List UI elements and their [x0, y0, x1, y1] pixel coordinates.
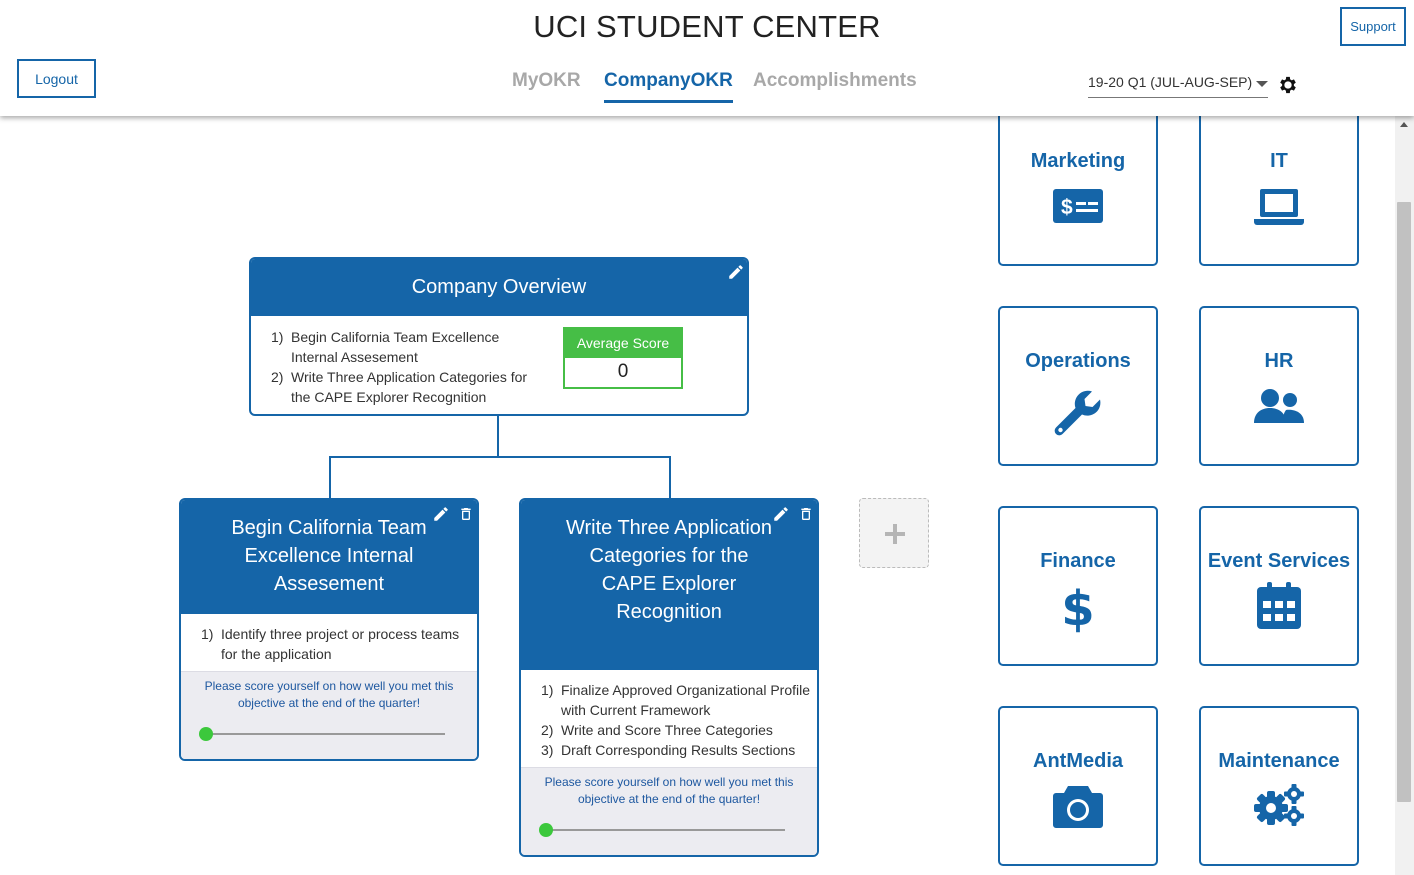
- score-prompt: Please score yourself on how well you me…: [544, 775, 794, 806]
- dept-tile-antmedia[interactable]: AntMedia: [998, 706, 1158, 866]
- objective-card: Begin California Team Excellence Interna…: [179, 498, 479, 761]
- plus-icon: [885, 524, 905, 544]
- dept-name: AntMedia: [1033, 750, 1123, 772]
- list-item: 2) Write and Score Three Categories: [541, 722, 773, 738]
- tab-myokr[interactable]: MyOKR: [512, 70, 581, 100]
- money-card-icon: $: [1053, 189, 1103, 223]
- dept-name: HR: [1264, 350, 1294, 372]
- tab-companyokr[interactable]: CompanyOKR: [604, 70, 733, 103]
- key-result-list: 1) Identify three project or process team…: [201, 624, 471, 664]
- tab-accomplishments[interactable]: Accomplishments: [753, 70, 917, 100]
- dept-tile-hr[interactable]: HR: [1199, 306, 1359, 466]
- app-header: UCI STUDENT CENTER Logout Support MyOKR …: [0, 0, 1414, 116]
- dept-tile-operations[interactable]: Operations: [998, 306, 1158, 466]
- average-score-box: Average Score 0: [563, 327, 683, 389]
- key-result-list: 1) Finalize Approved Organizational Profi…: [541, 680, 816, 760]
- dept-name: Finance: [1040, 550, 1116, 572]
- list-item: 3) Draft Corresponding Results Sections: [541, 742, 796, 758]
- wrench-icon: [1054, 390, 1101, 436]
- trash-icon[interactable]: [458, 505, 474, 523]
- dept-name: Operations: [1025, 350, 1131, 372]
- trash-icon[interactable]: [798, 505, 814, 523]
- svg-text:$: $: [1061, 196, 1073, 219]
- calendar-icon: [1257, 582, 1301, 629]
- page-scrollbar[interactable]: [1395, 116, 1414, 875]
- pencil-icon[interactable]: [772, 505, 790, 523]
- score-panel: Please score yourself on how well you me…: [521, 767, 817, 855]
- chevron-down-icon: [1256, 81, 1268, 87]
- add-objective-button[interactable]: [859, 498, 929, 568]
- slider-thumb[interactable]: [539, 823, 553, 837]
- slider-thumb[interactable]: [199, 727, 213, 741]
- average-score-label: Average Score: [565, 329, 681, 358]
- camera-icon: [1053, 786, 1103, 828]
- score-slider[interactable]: [539, 823, 785, 837]
- dept-tile-finance[interactable]: Finance $: [998, 506, 1158, 666]
- dept-name: Event Services: [1207, 550, 1351, 572]
- list-item: 1) Identify three project or process team…: [201, 626, 460, 662]
- quarter-select[interactable]: 19-20 Q1 (JUL-AUG-SEP): [1088, 74, 1268, 98]
- tree-connector: [329, 456, 331, 500]
- gear-icon[interactable]: [1277, 74, 1299, 96]
- dept-tile-it[interactable]: IT: [1199, 106, 1359, 266]
- average-score-value: 0: [617, 361, 629, 382]
- dept-name: Marketing: [1030, 150, 1126, 172]
- app-title: UCI STUDENT CENTER: [533, 9, 881, 44]
- dollar-icon: $: [1061, 583, 1094, 633]
- dept-tile-maintenance[interactable]: Maintenance: [1199, 706, 1359, 866]
- list-item: 1) Begin California Team Excellence Inter…: [271, 329, 500, 365]
- scroll-up-arrow[interactable]: [1400, 122, 1408, 127]
- laptop-icon: [1254, 189, 1304, 225]
- pencil-icon[interactable]: [432, 505, 450, 523]
- dept-tile-event-services[interactable]: Event Services: [1199, 506, 1359, 666]
- list-item: 2) Write Three Application Categories for…: [271, 369, 528, 405]
- dept-name: IT: [1270, 150, 1288, 172]
- company-overview-title: Company Overview: [251, 259, 747, 316]
- support-button[interactable]: Support: [1340, 7, 1406, 46]
- objective-card: Write Three Application Categories for t…: [519, 498, 819, 857]
- quarter-select-value: 19-20 Q1 (JUL-AUG-SEP): [1088, 74, 1253, 90]
- objective-title: Write Three Application Categories for t…: [521, 500, 817, 670]
- scrollbar-thumb[interactable]: [1397, 202, 1411, 802]
- tree-connector: [669, 456, 671, 500]
- list-item: 1) Finalize Approved Organizational Profi…: [541, 682, 811, 718]
- svg-text:$: $: [1061, 583, 1094, 633]
- tree-connector: [329, 456, 671, 458]
- score-slider[interactable]: [199, 727, 445, 741]
- dept-tile-marketing[interactable]: Marketing $: [998, 106, 1158, 266]
- score-prompt: Please score yourself on how well you me…: [204, 679, 454, 710]
- score-panel: Please score yourself on how well you me…: [181, 671, 477, 759]
- dept-name: Maintenance: [1218, 750, 1340, 772]
- tree-connector: [497, 416, 499, 458]
- pencil-icon[interactable]: [727, 263, 745, 281]
- company-objective-list: 1) Begin California Team Excellence Inter…: [271, 327, 541, 407]
- users-icon: [1254, 389, 1304, 423]
- gears-icon: [1254, 784, 1304, 826]
